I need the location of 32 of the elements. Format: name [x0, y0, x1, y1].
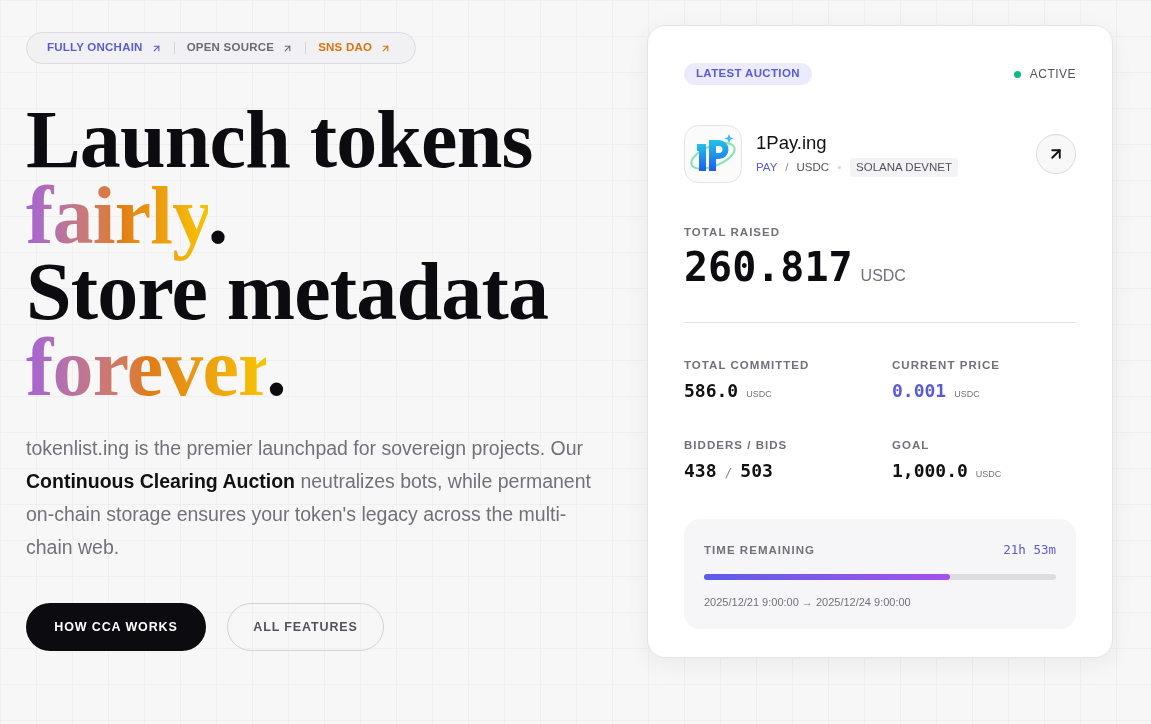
token-symbol: PAY: [756, 159, 778, 175]
external-link[interactable]: SNS DAO: [318, 39, 392, 57]
stat-label: CURRENT PRICE: [892, 358, 1001, 372]
date-range: 2025/12/21 9:00:00 → 2025/12/24 9:00:00: [704, 594, 912, 609]
quote-currency: USDC: [796, 159, 830, 175]
pair-separator: /: [785, 159, 789, 175]
stat-value: 0.001: [892, 380, 947, 402]
description-paragraph: tokenlist.ing is the premier launchpad for sovereign projects. Our Continuous Clearing Auction neutralizes bots, while permanent on-chain storage ensures your token's legacy across the multi-chain web.: [26, 436, 592, 560]
unit-label: USDC: [954, 388, 980, 401]
headline: Launch tokens fairly. Store metadata forever.: [26, 102, 550, 406]
unit-label: USDC: [975, 468, 1002, 481]
unit-label: USDC: [860, 266, 906, 286]
total-raised-value: 260.817: [684, 245, 853, 289]
token-logo-icon: [684, 125, 742, 183]
stat-label: BIDDERS / BIDS: [684, 438, 789, 452]
stat-value: 1,000.0: [892, 460, 968, 482]
unit-label: USDC: [746, 388, 772, 401]
stat-value: 438 / 503: [684, 460, 773, 483]
network-tag: SOLANA DEVNET: [850, 158, 958, 177]
status-label: ACTIVE: [1029, 66, 1076, 83]
stat-label: TOTAL COMMITTED: [684, 358, 811, 372]
time-remaining-value: 21h 53m: [1003, 541, 1056, 559]
token-name: 1Pay.ing: [756, 131, 828, 155]
stat-label: GOAL: [892, 438, 931, 452]
open-auction-button[interactable]: [1036, 134, 1076, 174]
stat-label: TIME REMAINING: [704, 543, 815, 558]
latest-auction-badge: LATEST AUCTION: [684, 63, 812, 85]
how-cca-works-button[interactable]: HOW CCA WORKS: [26, 603, 206, 651]
external-link[interactable]: FULLY ONCHAIN: [47, 39, 162, 57]
stat-label: TOTAL RAISED: [684, 225, 782, 239]
external-link[interactable]: OPEN SOURCE: [186, 39, 294, 57]
stat-value: 586.0: [684, 380, 739, 402]
